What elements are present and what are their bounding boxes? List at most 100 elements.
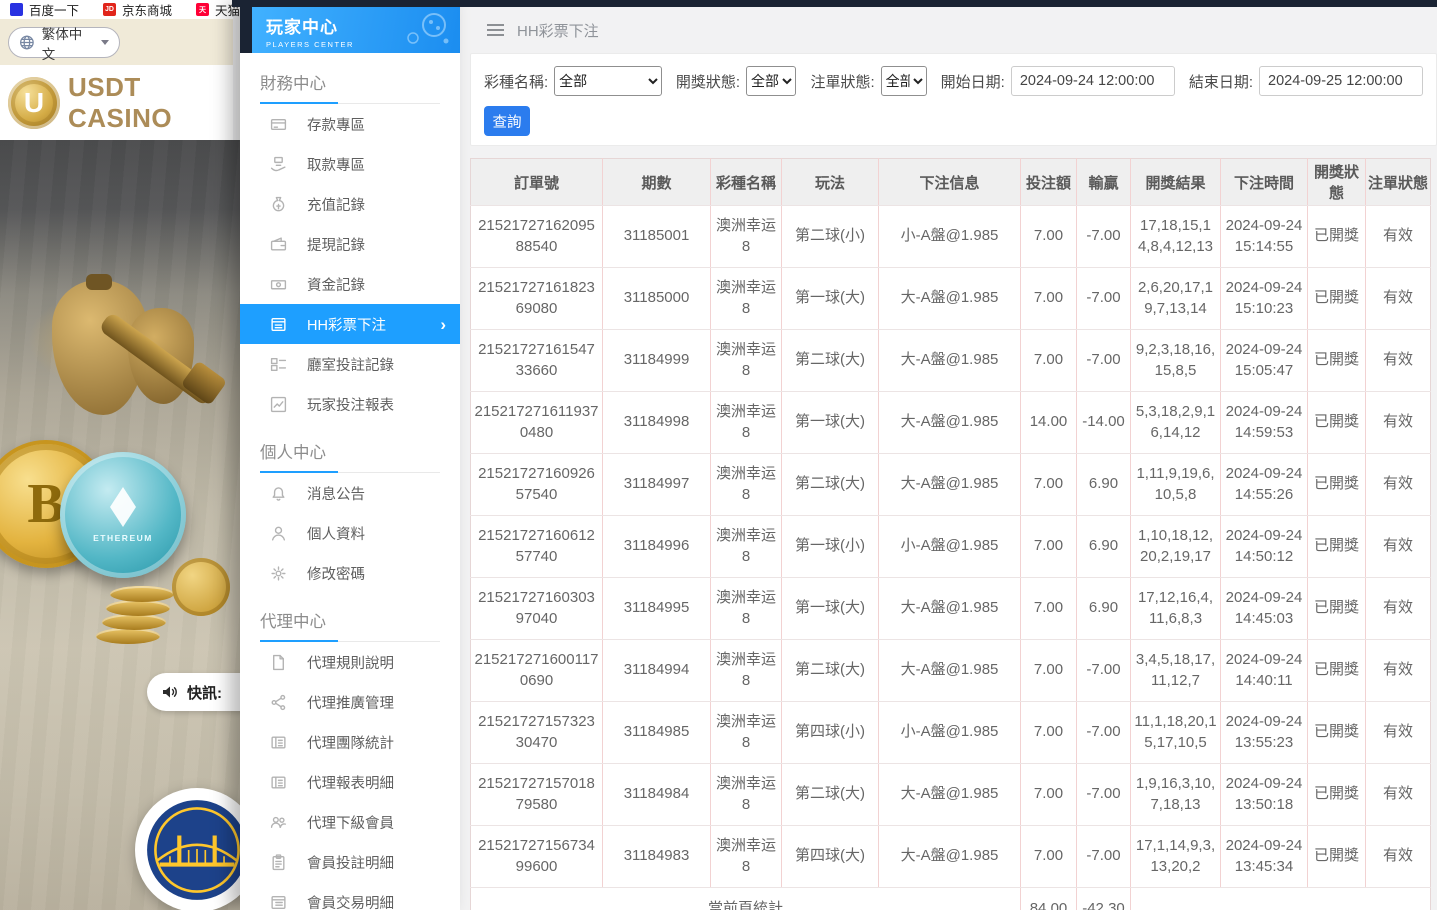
language-selector[interactable]: 繁体中文 xyxy=(8,27,120,58)
sidebar-item-withdraw-wallet[interactable]: 提現記錄 xyxy=(240,224,460,264)
end-date-input[interactable] xyxy=(1259,66,1423,96)
bet-info-cell: 小-A盤@1.985 xyxy=(879,702,1021,764)
funds-note-icon xyxy=(270,276,287,293)
sidebar-item-members[interactable]: 代理下級會員 xyxy=(240,802,460,842)
sidebar-item-room-record[interactable]: 廳室投註記錄 xyxy=(240,344,460,384)
sidebar-item-recharge-bag[interactable]: 充值記錄 xyxy=(240,184,460,224)
lottery-name-select[interactable]: 全部 xyxy=(554,66,662,96)
page-summary-row: 當前頁統計 84.00 -42.30 xyxy=(471,888,1431,910)
win-loss-cell: -7.00 xyxy=(1077,268,1131,330)
lottery-name-cell: 澳洲幸运8 xyxy=(711,454,782,516)
breadcrumb: HH彩票下注 xyxy=(517,20,599,41)
language-bar: 繁体中文 xyxy=(0,19,233,65)
ethereum-label: ETHEREUM xyxy=(93,533,153,543)
withdraw-wallet-icon xyxy=(270,236,287,253)
bet-time-cell: 2024-09-24 14:55:26 xyxy=(1221,454,1308,516)
period-cell: 31184984 xyxy=(603,764,711,826)
bookmark-baidu[interactable]: 百度一下 xyxy=(10,0,79,19)
lottery-name-cell: 澳洲幸运8 xyxy=(711,330,782,392)
sidebar-header-backdrop: 玩家中心 PLAYERS CENTER xyxy=(240,0,460,53)
sidebar-item-label: 會員交易明細 xyxy=(307,892,394,910)
order-id-cell: 2152172716061257740 xyxy=(471,516,603,578)
order-id-cell: 2152172716182369080 xyxy=(471,268,603,330)
bet-info-cell: 大-A盤@1.985 xyxy=(879,454,1021,516)
period-cell: 31185001 xyxy=(603,206,711,268)
sidebar-item-label: 代理規則說明 xyxy=(307,652,394,673)
win-loss-cell: 6.90 xyxy=(1077,454,1131,516)
order-status-select[interactable]: 全部 xyxy=(881,66,927,96)
section-title: 財務中心 xyxy=(260,55,440,104)
sidebar-item-user[interactable]: 個人資料 xyxy=(240,513,460,553)
lottery-name-label: 彩種名稱: xyxy=(484,71,548,92)
recharge-bag-icon xyxy=(270,196,287,213)
sidebar-item-withdraw-hand[interactable]: 取款專區 xyxy=(240,144,460,184)
table-row: 215217271567349960031184983澳洲幸运8第四球(大)大-… xyxy=(471,826,1431,888)
sidebar-item-label: 充值記錄 xyxy=(307,194,365,215)
draw-result-cell: 1,10,18,12,20,2,19,17 xyxy=(1131,516,1221,578)
sidebar-item-label: 代理下級會員 xyxy=(307,812,394,833)
sidebar-item-label: 廳室投註記錄 xyxy=(307,354,394,375)
play-type-cell: 第二球(小) xyxy=(782,206,879,268)
query-button[interactable]: 查詢 xyxy=(484,106,530,136)
bet-table-summary: 當前頁統計 84.00 -42.30 總統計 84.00 -42.30 xyxy=(471,888,1431,910)
draw-status-select[interactable]: 全部 xyxy=(746,66,797,96)
order-status-cell: 有效 xyxy=(1366,578,1431,640)
bet-amount-cell: 14.00 xyxy=(1021,392,1077,454)
start-date-input[interactable] xyxy=(1011,66,1175,96)
draw-result-cell: 17,18,15,14,8,4,12,13 xyxy=(1131,206,1221,268)
order-id-cell: 2152172715673499600 xyxy=(471,826,603,888)
draw-result-cell: 17,12,16,4,11,6,8,3 xyxy=(1131,578,1221,640)
bet-time-cell: 2024-09-24 14:50:12 xyxy=(1221,516,1308,578)
sidebar-item-funds-note[interactable]: 資金記錄 xyxy=(240,264,460,304)
main-content: HH彩票下注 彩種名稱: 全部 開獎狀態: 全部 注單狀態: 全部 開始日期: … xyxy=(460,0,1437,910)
sidebar-item-share[interactable]: 代理推廣管理 xyxy=(240,682,460,722)
win-loss-cell: -14.00 xyxy=(1077,392,1131,454)
table-row: 215217271618236908031185000澳洲幸运8第一球(大)大-… xyxy=(471,268,1431,330)
sidebar-item-member-bet[interactable]: 會員投註明細 xyxy=(240,842,460,882)
order-status-cell: 有效 xyxy=(1366,702,1431,764)
draw-status-cell: 已開獎 xyxy=(1308,392,1366,454)
sidebar-item-bell[interactable]: 消息公告 xyxy=(240,473,460,513)
sidebar-item-lottery-bet[interactable]: HH彩票下注› xyxy=(240,304,460,344)
draw-status-cell: 已開獎 xyxy=(1308,268,1366,330)
period-header: 期數 xyxy=(603,159,711,206)
bet-info-cell: 大-A盤@1.985 xyxy=(879,268,1021,330)
sidebar-item-deposit-card[interactable]: 存款專區 xyxy=(240,104,460,144)
table-row: 215217271570187958031184984澳洲幸运8第二球(大)大-… xyxy=(471,764,1431,826)
bookmark-jd[interactable]: JD 京东商城 xyxy=(103,0,172,19)
win-loss-cell: -7.00 xyxy=(1077,764,1131,826)
section-title: 個人中心 xyxy=(260,424,440,473)
ethereum-coin-icon: ETHEREUM xyxy=(60,452,186,578)
order-id-cell: 2152172715701879580 xyxy=(471,764,603,826)
win-loss-cell: -7.00 xyxy=(1077,330,1131,392)
section-underline xyxy=(260,102,338,104)
period-cell: 31184995 xyxy=(603,578,711,640)
sidebar-item-doc[interactable]: 代理規則說明 xyxy=(240,642,460,682)
win-loss-cell: -7.00 xyxy=(1077,826,1131,888)
globe-icon xyxy=(19,34,35,51)
hamburger-menu-icon[interactable] xyxy=(487,24,504,36)
bet-time-cell: 2024-09-24 13:45:34 xyxy=(1221,826,1308,888)
section-underline xyxy=(260,471,338,473)
bet-amount-cell: 7.00 xyxy=(1021,702,1077,764)
gamepad-decoration-icon xyxy=(388,11,454,51)
bet-time-cell: 2024-09-24 13:55:23 xyxy=(1221,702,1308,764)
period-cell: 31184985 xyxy=(603,702,711,764)
team-stats-icon xyxy=(270,734,287,751)
lottery-name-cell: 澳洲幸运8 xyxy=(711,392,782,454)
period-cell: 31184996 xyxy=(603,516,711,578)
filter-row: 彩種名稱: 全部 開獎狀態: 全部 注單狀態: 全部 開始日期: 結束日期: xyxy=(484,66,1423,96)
sidebar-item-label: 修改密碼 xyxy=(307,563,365,584)
period-cell: 31184997 xyxy=(603,454,711,516)
bet-time-cell: 2024-09-24 15:05:47 xyxy=(1221,330,1308,392)
sidebar-item-member-trade[interactable]: 會員交易明細 xyxy=(240,882,460,910)
bet-info-cell: 大-A盤@1.985 xyxy=(879,578,1021,640)
sidebar-item-report-detail[interactable]: 代理報表明細 xyxy=(240,762,460,802)
sidebar-item-player-report[interactable]: 玩家投注報表 xyxy=(240,384,460,424)
gold-coin xyxy=(102,614,166,630)
caret-down-icon xyxy=(101,40,109,45)
sidebar-item-gear[interactable]: 修改密碼 xyxy=(240,553,460,593)
bet-time-cell: 2024-09-24 15:14:55 xyxy=(1221,206,1308,268)
sidebar-item-team-stats[interactable]: 代理團隊統計 xyxy=(240,722,460,762)
win-loss-cell: -7.00 xyxy=(1077,640,1131,702)
